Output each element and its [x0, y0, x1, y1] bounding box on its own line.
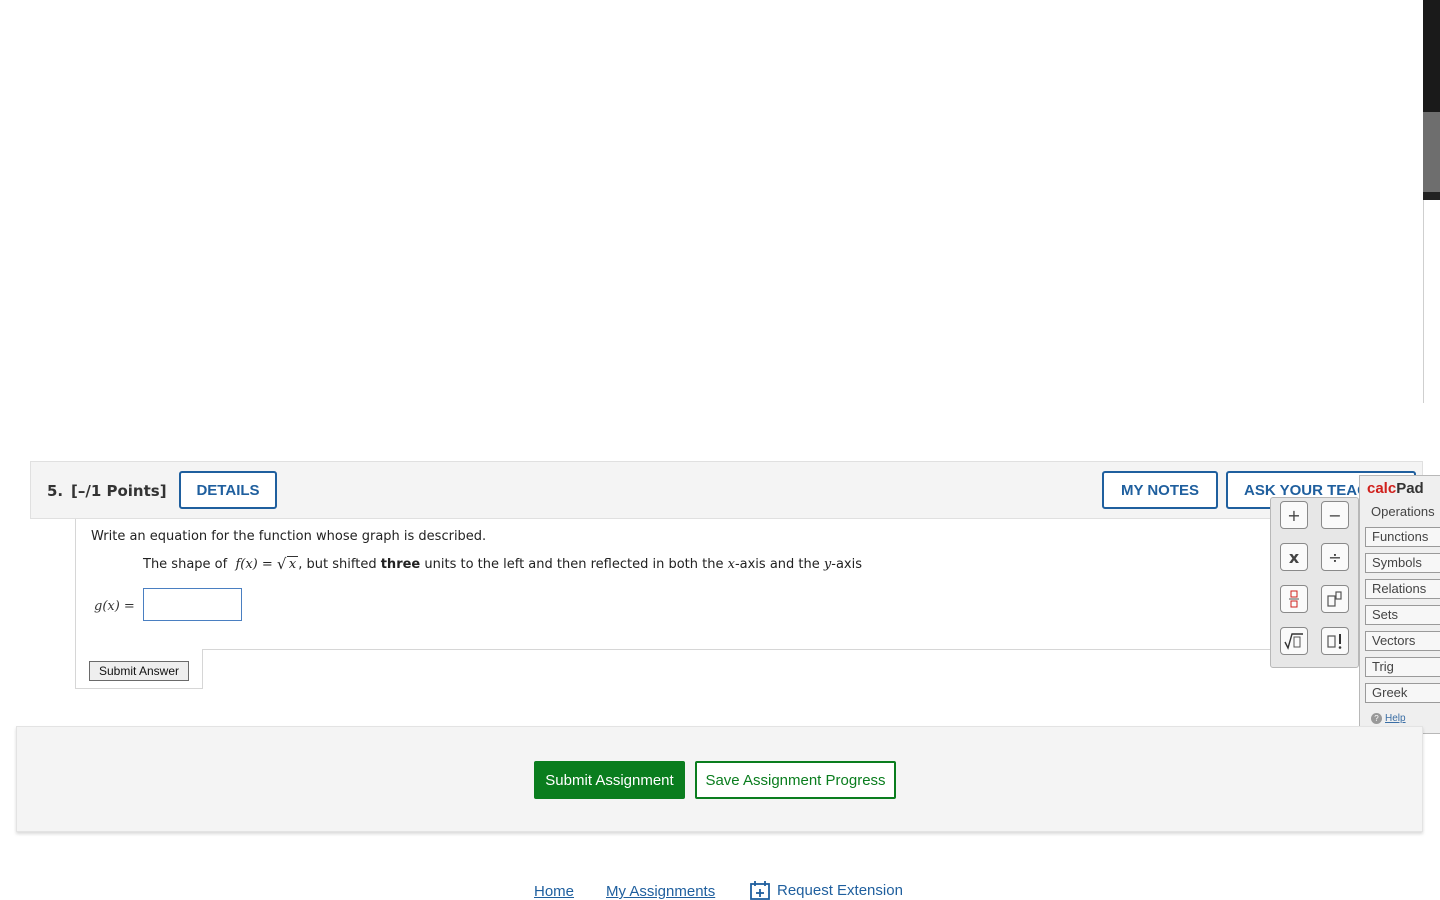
- submit-answer-button[interactable]: Submit Answer: [89, 661, 189, 681]
- calcpad-help-link[interactable]: ? Help: [1371, 713, 1406, 724]
- question-number: 5.: [47, 482, 64, 500]
- question-prompt: Write an equation for the function whose…: [91, 529, 487, 544]
- submit-assignment-button[interactable]: Submit Assignment: [534, 761, 685, 799]
- calcpad-tab-relations[interactable]: Relations: [1365, 579, 1440, 599]
- footer-home-link[interactable]: Home: [534, 883, 574, 900]
- calcpad-tab-vectors[interactable]: Vectors: [1365, 631, 1440, 651]
- divide-button[interactable]: ÷: [1321, 543, 1349, 571]
- answer-label: g(x) =: [94, 599, 135, 614]
- scrollbar-track-bottom: [1423, 192, 1440, 200]
- question-statement: The shape of f(x) = √ x, but shifted thre…: [143, 555, 862, 573]
- save-progress-button[interactable]: Save Assignment Progress: [695, 761, 896, 799]
- request-extension-label: Request Extension: [777, 882, 903, 899]
- footer-request-extension-link[interactable]: Request Extension: [750, 881, 903, 900]
- fraction-button[interactable]: [1280, 585, 1308, 613]
- scrollbar-track-top: [1423, 0, 1440, 112]
- help-icon: ?: [1371, 713, 1382, 724]
- statement-prefix: The shape of: [143, 557, 228, 572]
- radical-icon: √: [276, 555, 287, 573]
- multiply-button[interactable]: x: [1280, 543, 1308, 571]
- sqrt-expression: √ x: [276, 555, 299, 573]
- scrollbar[interactable]: [1423, 0, 1440, 200]
- statement-axis-x: x: [727, 557, 735, 572]
- statement-suffix-1: units to the left and then reflected in …: [424, 557, 724, 572]
- statement-suffix-3: -axis: [831, 557, 862, 572]
- superscript-button[interactable]: [1321, 585, 1349, 613]
- footer-my-assignments-link[interactable]: My Assignments: [606, 883, 715, 900]
- scrollbar-thumb[interactable]: [1423, 112, 1440, 192]
- statement-suffix-2: -axis and the: [734, 557, 820, 572]
- calcpad-tab-sets[interactable]: Sets: [1365, 605, 1440, 625]
- calendar-plus-icon: [750, 881, 770, 900]
- sqrt-icon: [1284, 633, 1303, 650]
- plus-button[interactable]: +: [1280, 501, 1308, 529]
- answer-label-text: g(x) =: [94, 599, 135, 614]
- calcpad-tab-trig[interactable]: Trig: [1365, 657, 1440, 677]
- calcpad-tab-greek[interactable]: Greek: [1365, 683, 1440, 703]
- statement-emphasis: three: [380, 557, 421, 572]
- calcpad-panel: calcPad Operations Functions Symbols Rel…: [1359, 475, 1440, 734]
- calcpad-help-label: Help: [1385, 713, 1406, 724]
- answer-input[interactable]: [143, 588, 242, 621]
- fraction-icon: [1289, 590, 1299, 608]
- page-edge-divider: [1423, 200, 1424, 403]
- calcpad-title-calc: calc: [1367, 480, 1397, 497]
- calcpad-buttons-panel: + − x ÷: [1270, 497, 1359, 668]
- factorial-icon: [1327, 634, 1342, 649]
- superscript-icon: [1327, 591, 1342, 607]
- calcpad-tab-functions[interactable]: Functions: [1365, 527, 1440, 547]
- factorial-button[interactable]: [1321, 627, 1349, 655]
- minus-button[interactable]: −: [1321, 501, 1349, 529]
- sqrt-button[interactable]: [1280, 627, 1308, 655]
- question-body: Write an equation for the function whose…: [75, 519, 1424, 649]
- question-header: 5. [–/1 Points] DETAILS MY NOTES ASK YOU…: [30, 461, 1423, 519]
- calcpad-title-pad: Pad: [1396, 480, 1424, 497]
- my-notes-button[interactable]: MY NOTES: [1102, 471, 1218, 509]
- calcpad-title: calcPad: [1367, 480, 1424, 497]
- answer-divider: [203, 649, 1270, 650]
- calcpad-tab-symbols[interactable]: Symbols: [1365, 553, 1440, 573]
- statement-function: f(x) =: [235, 557, 273, 572]
- details-button[interactable]: DETAILS: [179, 471, 277, 509]
- statement-middle: , but shifted: [298, 557, 377, 572]
- calcpad-section-operations[interactable]: Operations: [1371, 504, 1435, 519]
- question-points: [–/1 Points]: [71, 482, 167, 500]
- statement-radicand: x: [286, 556, 299, 572]
